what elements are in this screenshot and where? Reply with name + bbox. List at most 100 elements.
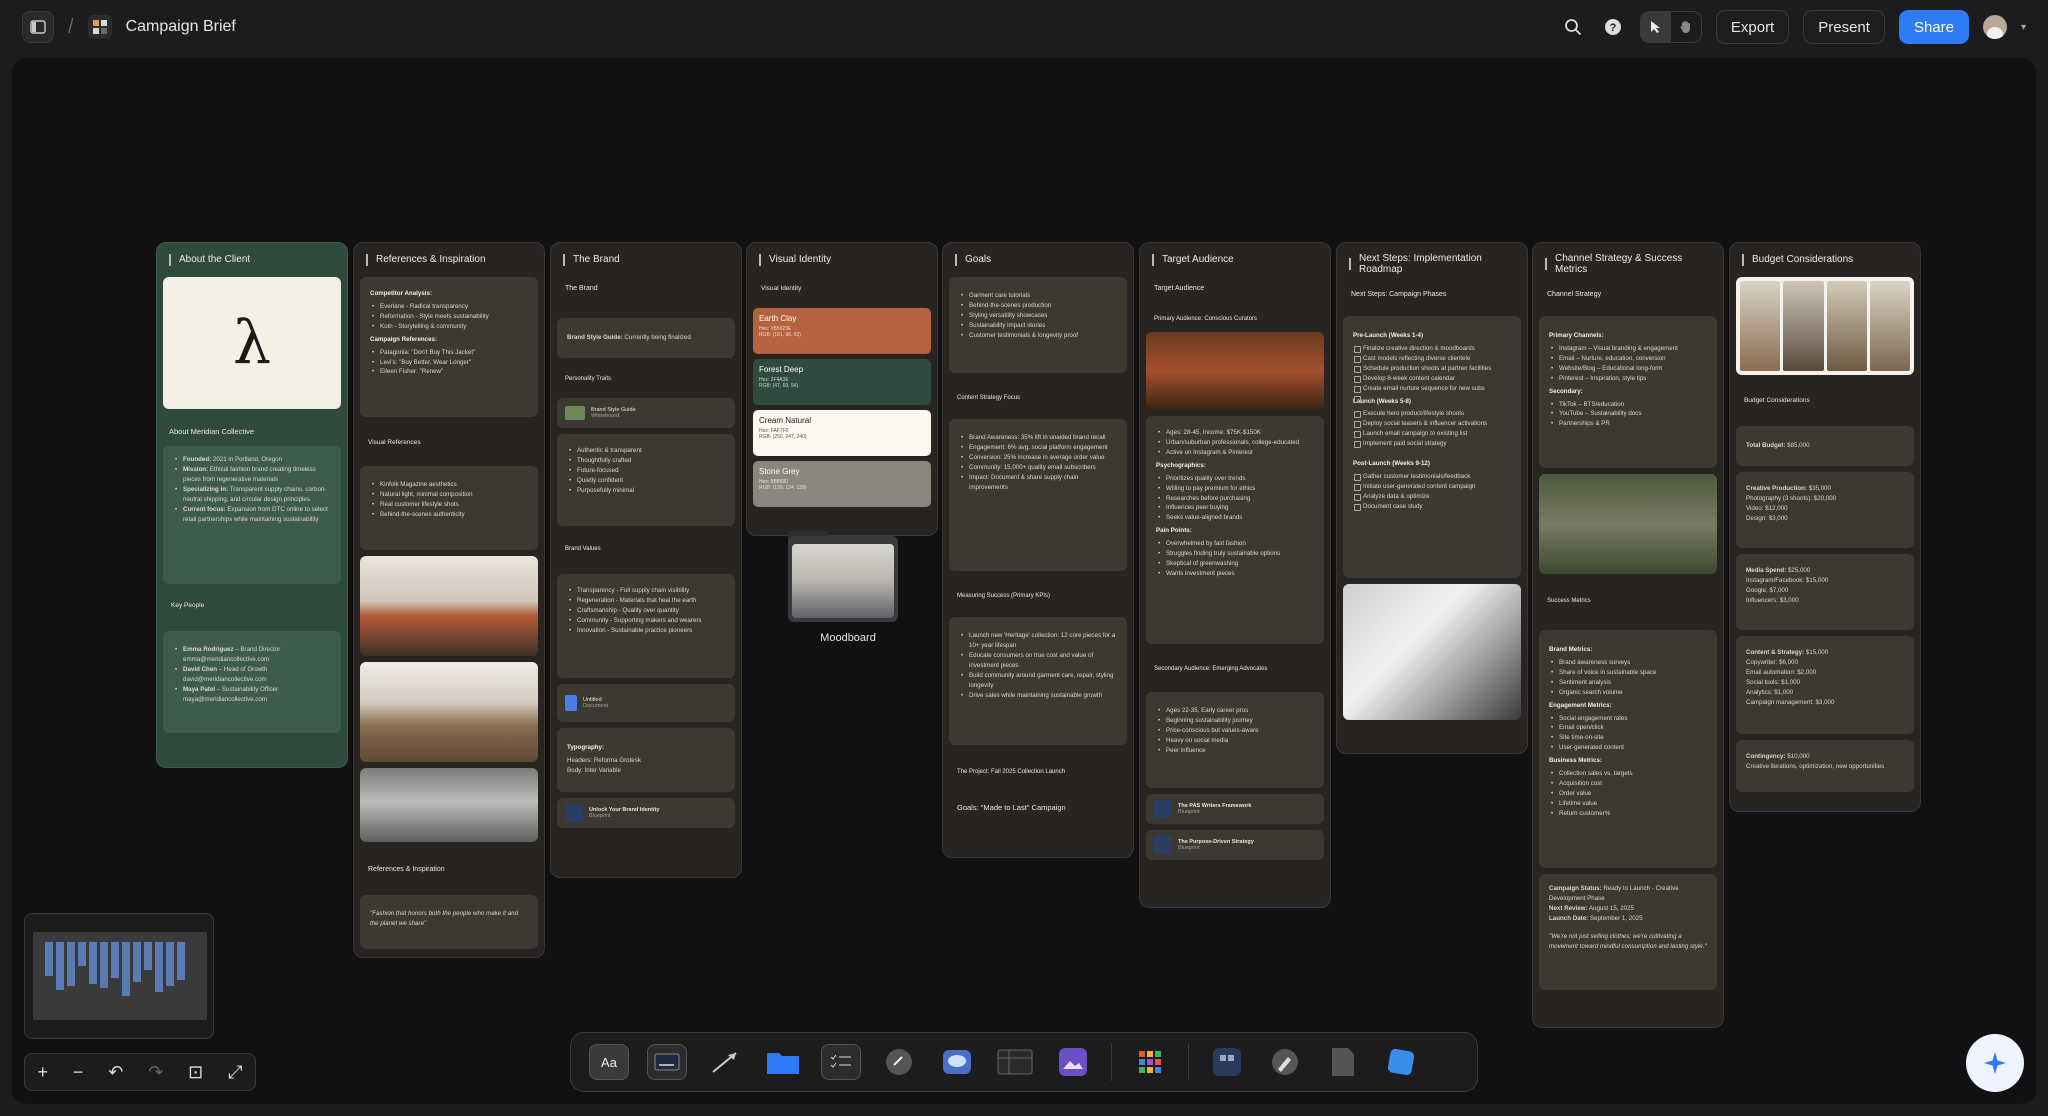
present-button[interactable]: Present <box>1803 10 1885 44</box>
zoom-controls: + − ↶ ↷ ⊡ ⤢ <box>24 1053 256 1091</box>
swatch-stone-grey[interactable]: Stone Grey Hex: 8B8680 RGB: (139, 134, 128… <box>753 461 931 507</box>
checklist-icon[interactable] <box>821 1044 861 1080</box>
bottom-toolbar: Aa <box>570 1032 1478 1092</box>
apps-grid-icon[interactable] <box>1130 1044 1170 1080</box>
campaign-status-card: Campaign Status: Ready to Launch - Creat… <box>1539 874 1717 990</box>
whiteboard-canvas[interactable]: About the Client λ About Meridian Collec… <box>12 58 2036 1104</box>
hand-tool-icon[interactable] <box>1671 12 1701 42</box>
note-tool-icon[interactable] <box>647 1044 687 1080</box>
visual-refs-label: Visual References <box>368 439 421 446</box>
chevron-down-icon[interactable]: ▾ <box>2021 22 2026 33</box>
reference-photo-3[interactable] <box>360 768 538 842</box>
content-budget-card: Content & Strategy: $15,000 Copywriter: … <box>1736 636 1914 734</box>
export-button[interactable]: Export <box>1715 10 1790 44</box>
svg-text:?: ? <box>1610 22 1617 34</box>
project-label: The Project: Fall 2025 Collection Launch <box>957 769 1066 775</box>
traits-label: Personality Traits <box>565 376 612 382</box>
column-target-audience[interactable]: Target Audience Target Audience Primary … <box>1139 242 1331 908</box>
creative-budget-card: Creative Production: $35,000 Photography… <box>1736 472 1914 548</box>
fullscreen-icon[interactable]: ⤢ <box>228 1062 242 1083</box>
minimap[interactable] <box>24 913 214 1039</box>
budget-photo-grid[interactable] <box>1736 277 1914 375</box>
swatch-cream-natural[interactable]: Cream Natural Hex: FAF7F0 RGB: (250, 247, … <box>753 410 931 456</box>
primary-audience-card: Ages: 28-45, Income: $75K-$150KUrban/sub… <box>1146 416 1324 644</box>
outdoor-photo[interactable] <box>1539 474 1717 574</box>
table-icon[interactable] <box>995 1044 1035 1080</box>
document-icon[interactable] <box>1323 1044 1363 1080</box>
pas-framework-file[interactable]: The PAS Writers Framework Blueprint <box>1146 794 1324 824</box>
column-goals[interactable]: Goals Garment care tutorialsBehind-the-s… <box>942 242 1134 858</box>
undo-icon[interactable]: ↶ <box>108 1062 123 1083</box>
swatch-earth-clay[interactable]: Earth Clay Hex: #B5623E RGB: (181, 98, 62) <box>753 308 931 354</box>
minimap-preview <box>45 942 185 996</box>
select-tool-icon[interactable] <box>1640 12 1671 42</box>
column-references[interactable]: References & Inspiration Competitor Anal… <box>353 242 545 958</box>
shape-icon[interactable] <box>1381 1044 1421 1080</box>
brand-identity-file[interactable]: Unlock Your Brand Identity Blueprint <box>557 798 735 828</box>
column-title: Budget Considerations <box>1730 243 1920 277</box>
studio-photo[interactable] <box>1343 584 1521 720</box>
moodboard-label: Moodboard <box>820 632 876 644</box>
visual-refs-card: Kinfolk Magazine aestheticsNatural light… <box>360 466 538 550</box>
campaign-goal-label: Goals: "Made to Last" Campaign <box>957 803 1066 812</box>
column-title: Goals <box>943 243 1133 277</box>
values-card: Transparency - Full supply chain visibil… <box>557 574 735 678</box>
audience-photo[interactable] <box>1146 332 1324 410</box>
goals-content-card: Garment care tutorialsBehind-the-scenes … <box>949 277 1127 373</box>
column-title: About the Client <box>157 243 347 277</box>
typography-card: Typography: Headers: Reforma Grotesk Body:… <box>557 728 735 792</box>
document-title[interactable]: Campaign Brief <box>126 18 236 36</box>
share-button[interactable]: Share <box>1898 10 1969 44</box>
reference-photo-2[interactable] <box>360 662 538 762</box>
focus-card: Brand Awareness: 35% lift in unaided bra… <box>949 419 1127 571</box>
channels-card: Primary Channels: Instagram – Visual bra… <box>1539 316 1717 468</box>
total-budget-card: Total Budget: $85,000 <box>1736 426 1914 466</box>
brand-subtitle: The Brand <box>565 285 598 292</box>
help-icon[interactable]: ? <box>1600 14 1626 40</box>
toolbar-divider <box>1111 1043 1112 1081</box>
top-bar: / Campaign Brief ? Export Present Share … <box>0 0 2048 54</box>
client-name: About Meridian Collective <box>169 427 255 436</box>
moodboard-folder[interactable] <box>782 530 902 630</box>
swatch-forest-deep[interactable]: Forest Deep Hex: 2F4A3E RGB: (47, 69, 54) <box>753 359 931 405</box>
comment-icon[interactable] <box>937 1044 977 1080</box>
text-tool[interactable]: Aa <box>589 1044 629 1080</box>
client-logo: λ <box>163 277 341 409</box>
column-brand[interactable]: The Brand The Brand Brand Style Guide: C… <box>550 242 742 878</box>
kpi-card: Launch new 'Heritage' collection: 12 cor… <box>949 617 1127 745</box>
style-guide-file[interactable]: Brand Style Guide Whiteboard <box>557 398 735 428</box>
column-title: Next Steps: Implementation Roadmap <box>1337 243 1527 285</box>
column-about-client[interactable]: About the Client λ About Meridian Collec… <box>156 242 348 768</box>
zoom-in-icon[interactable]: + <box>37 1062 48 1083</box>
ai-assistant-button[interactable] <box>1966 1034 2024 1092</box>
reference-photo-1[interactable] <box>360 556 538 656</box>
column-channel-strategy[interactable]: Channel Strategy & Success Metrics Chann… <box>1532 242 1724 1028</box>
frame-icon[interactable] <box>1207 1044 1247 1080</box>
arrow-tool-icon[interactable] <box>705 1044 745 1080</box>
sidebar-toggle-icon[interactable] <box>22 11 54 43</box>
primary-audience-label: Primary Audience: Conscious Curators <box>1154 316 1258 322</box>
success-metrics-label: Success Metrics <box>1547 598 1591 604</box>
traits-card: Authentic & transparentThoughtfully craf… <box>557 434 735 526</box>
purpose-strategy-file[interactable]: The Purpose-Driven Strategy Blueprint <box>1146 830 1324 860</box>
folder-icon[interactable] <box>763 1044 803 1080</box>
metrics-card: Brand Metrics: Brand awareness surveysSh… <box>1539 630 1717 868</box>
column-next-steps[interactable]: Next Steps: Implementation Roadmap Next … <box>1336 242 1528 754</box>
redo-icon[interactable]: ↷ <box>148 1062 163 1083</box>
user-avatar[interactable] <box>1982 15 2007 39</box>
zoom-out-icon[interactable]: − <box>73 1062 84 1083</box>
kpi-label: Measuring Success (Primary KPIs) <box>957 593 1051 599</box>
column-budget[interactable]: Budget Considerations Budget Considerati… <box>1729 242 1921 812</box>
target-subtitle: Target Audience <box>1154 285 1205 292</box>
link-icon[interactable] <box>879 1044 919 1080</box>
search-icon[interactable] <box>1560 14 1586 40</box>
column-title: Channel Strategy & Success Metrics <box>1533 243 1723 285</box>
pen-icon[interactable] <box>1265 1044 1305 1080</box>
untitled-doc-file[interactable]: Untitled Document <box>557 684 735 722</box>
toolbar-divider <box>1188 1043 1189 1081</box>
image-icon[interactable] <box>1053 1044 1093 1080</box>
column-visual-identity[interactable]: Visual Identity Visual Identity Earth Cl… <box>746 242 938 536</box>
fit-frame-icon[interactable]: ⊡ <box>188 1062 203 1083</box>
mode-switch <box>1639 11 1702 43</box>
channel-subtitle: Channel Strategy <box>1547 291 1602 298</box>
